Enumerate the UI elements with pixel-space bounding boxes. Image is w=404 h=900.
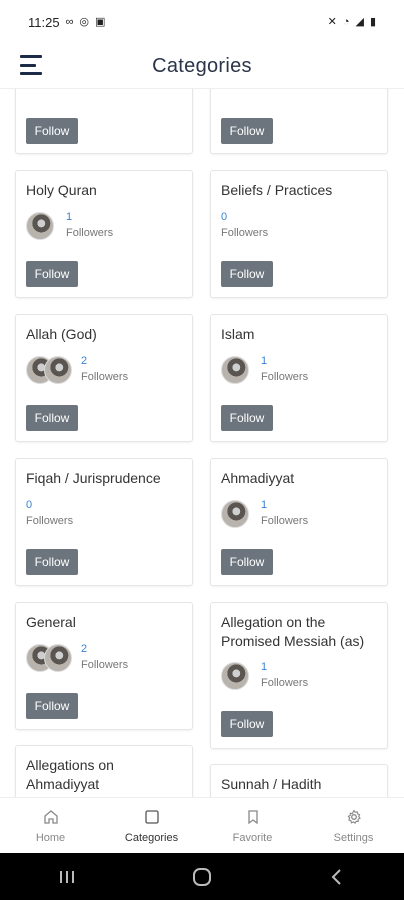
gear-icon bbox=[347, 809, 361, 825]
categories-grid[interactable]: Follow Follow Holy Quran 1 Followers Fol… bbox=[0, 89, 404, 797]
category-card[interactable]: Fiqah / Jurisprudence 0 Followers Follow bbox=[15, 458, 193, 586]
follow-button[interactable]: Follow bbox=[221, 405, 273, 431]
follower-avatars bbox=[26, 356, 72, 384]
category-card[interactable]: Holy Quran 1 Followers Follow bbox=[15, 170, 193, 298]
follower-count: 1 bbox=[261, 355, 268, 367]
category-card[interactable]: Follow bbox=[15, 89, 193, 154]
category-card[interactable]: Allegations on Ahmadiyyat bbox=[15, 745, 193, 797]
bottom-nav: Home Categories Favorite Settings bbox=[0, 797, 404, 854]
instagram-icon: ◎ bbox=[79, 15, 90, 28]
follower-count: 1 bbox=[261, 499, 268, 511]
category-title: Islam bbox=[221, 326, 255, 342]
category-title: Sunnah / Hadith bbox=[221, 776, 322, 792]
status-right: ✕ ◔ ◢ ▮ bbox=[327, 15, 376, 28]
category-card[interactable]: Allah (God) 2 Followers Follow bbox=[15, 314, 193, 442]
category-card[interactable]: Ahmadiyyat 1 Followers Follow bbox=[210, 458, 388, 586]
category-card[interactable]: Sunnah / Hadith bbox=[210, 764, 388, 797]
follow-button[interactable]: Follow bbox=[221, 261, 273, 287]
category-title: Ahmadiyyat bbox=[221, 470, 295, 486]
followers-label: Followers bbox=[261, 515, 309, 527]
followers-label: Followers bbox=[81, 659, 129, 671]
page-title: Categories bbox=[152, 54, 252, 77]
follow-button[interactable]: Follow bbox=[221, 118, 273, 144]
status-bar: 11:25 ∞ ◎ ▣ ✕ ◔ ◢ ▮ bbox=[0, 0, 404, 44]
follower-count: 2 bbox=[81, 643, 88, 655]
category-title: Fiqah / Jurisprudence bbox=[26, 470, 161, 486]
status-time: 11:25 bbox=[28, 14, 60, 30]
recent-apps-icon[interactable] bbox=[47, 862, 87, 892]
category-card[interactable]: General 2 Followers Follow bbox=[15, 602, 193, 730]
follower-count: 1 bbox=[66, 211, 73, 223]
nav-settings[interactable]: Settings bbox=[303, 798, 404, 854]
home-circle-icon[interactable] bbox=[182, 862, 222, 892]
follow-button[interactable]: Follow bbox=[221, 549, 273, 575]
system-nav-bar bbox=[0, 853, 404, 900]
follower-avatars bbox=[221, 356, 249, 384]
follower-avatars bbox=[26, 644, 72, 672]
nav-label: Home bbox=[35, 832, 66, 844]
followers-label: Followers bbox=[66, 227, 114, 239]
category-title: Holy Quran bbox=[26, 182, 97, 198]
follower-count: 0 bbox=[221, 211, 228, 223]
mute-icon: ✕ bbox=[327, 15, 337, 28]
nav-favorite[interactable]: Favorite bbox=[202, 798, 303, 854]
bookmark-icon bbox=[247, 810, 258, 825]
category-card[interactable]: Beliefs / Practices 0 Followers Follow bbox=[210, 170, 388, 298]
category-card[interactable]: Allegation on the Promised Messiah (as) … bbox=[210, 602, 388, 749]
follow-button[interactable]: Follow bbox=[26, 118, 78, 144]
followers-label: Followers bbox=[26, 515, 74, 527]
nav-label: Settings bbox=[333, 832, 374, 844]
follow-button[interactable]: Follow bbox=[26, 549, 78, 575]
follower-count: 1 bbox=[261, 661, 268, 673]
follow-button[interactable]: Follow bbox=[26, 405, 78, 431]
signal-icon: ◢ bbox=[355, 15, 364, 28]
avatar bbox=[221, 662, 249, 690]
follower-count: 0 bbox=[26, 499, 33, 511]
followers-label: Followers bbox=[261, 677, 309, 689]
follower-avatars bbox=[221, 500, 249, 528]
status-left: 11:25 ∞ ◎ ▣ bbox=[28, 15, 105, 30]
follower-avatars bbox=[221, 662, 249, 690]
follow-button[interactable]: Follow bbox=[26, 693, 78, 719]
wifi-icon: ◔ bbox=[342, 15, 350, 28]
battery-icon: ▮ bbox=[369, 15, 376, 28]
avatar bbox=[26, 212, 54, 240]
category-card[interactable]: Follow bbox=[210, 89, 388, 154]
follow-button[interactable]: Follow bbox=[26, 261, 78, 287]
nav-label: Favorite bbox=[232, 832, 273, 844]
followers-label: Followers bbox=[221, 227, 269, 239]
category-card[interactable]: Islam 1 Followers Follow bbox=[210, 314, 388, 442]
avatar bbox=[221, 356, 249, 384]
nav-home[interactable]: Home bbox=[0, 798, 101, 854]
follow-button[interactable]: Follow bbox=[221, 711, 273, 737]
followers-label: Followers bbox=[81, 371, 129, 383]
follower-avatars bbox=[26, 212, 54, 240]
app-header: Categories bbox=[0, 44, 404, 89]
category-title: Allegation on the Promised Messiah (as) bbox=[221, 614, 365, 649]
avatar bbox=[44, 644, 72, 672]
back-icon[interactable] bbox=[317, 862, 357, 892]
nav-label: Categories bbox=[124, 832, 179, 844]
category-title: General bbox=[26, 614, 76, 630]
followers-label: Followers bbox=[261, 371, 309, 383]
nav-categories[interactable]: Categories bbox=[101, 798, 202, 854]
avatar bbox=[44, 356, 72, 384]
square-icon bbox=[144, 810, 159, 824]
image-icon: ▣ bbox=[95, 15, 106, 28]
hamburger-menu-icon[interactable] bbox=[20, 55, 42, 75]
category-title: Allegations on Ahmadiyyat bbox=[26, 757, 114, 792]
follower-count: 2 bbox=[81, 355, 88, 367]
avatar bbox=[221, 500, 249, 528]
home-icon bbox=[43, 810, 58, 824]
category-title: Allah (God) bbox=[26, 326, 97, 342]
infinity-icon: ∞ bbox=[65, 15, 74, 28]
category-title: Beliefs / Practices bbox=[221, 182, 333, 198]
